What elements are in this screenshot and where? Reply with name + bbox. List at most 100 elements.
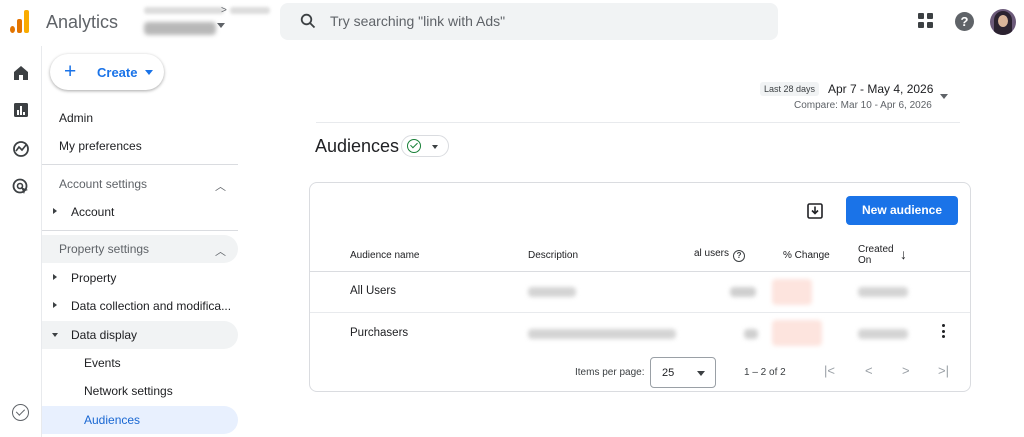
sidebar-item-label: Account [71,205,115,219]
sidebar-item-label: Audiences [84,413,141,427]
redacted-description [528,287,576,297]
column-header-change[interactable]: % Change [783,250,830,261]
column-header-created-on[interactable]: Created On [858,244,894,266]
redacted-created-on [858,287,908,297]
column-header-description[interactable]: Description [528,250,578,261]
check-circle-icon [407,139,421,153]
advertising-icon[interactable] [11,177,31,197]
redacted-created-on [858,329,908,339]
chevron-down-icon [145,70,153,75]
more-options-icon[interactable] [940,324,946,340]
sidebar-item-network-settings[interactable]: Network settings [42,377,238,405]
new-audience-button[interactable]: New audience [846,196,958,225]
sidebar-section-label: Account settings [59,177,148,191]
chevron-down-icon [432,145,438,149]
sidebar-item-label: Property [71,271,117,285]
column-header-users-label: al users [694,248,730,259]
sidebar-item-property[interactable]: Property [42,264,238,292]
account-name-redacted [144,7,224,14]
audience-name-cell[interactable]: All Users [350,285,396,297]
create-button-label: Create [97,65,138,80]
search-bar[interactable]: Try searching "link with Ads" [280,3,778,40]
sidebar-item-label: My preferences [59,139,142,153]
reports-icon[interactable] [11,100,31,120]
left-rail [0,46,42,437]
sidebar-section-property-settings[interactable]: Property settings ︿ [42,235,238,263]
items-per-page-value: 25 [662,367,675,379]
next-page-icon[interactable]: > [902,363,910,378]
breadcrumb-separator: > [221,5,227,16]
chevron-down-icon [697,371,705,376]
date-range-picker[interactable]: Last 28 days Apr 7 - May 4, 2026 Compare… [760,82,960,116]
redacted-change [772,279,812,305]
info-icon[interactable]: ? [733,250,746,262]
divider [310,271,970,272]
sidebar-item-label: Data display [71,328,138,342]
analytics-logo-icon[interactable] [10,9,32,33]
pagination-range: 1 – 2 of 2 [744,367,786,378]
redacted-users [744,329,758,339]
items-per-page-label: Items per page: [575,367,645,378]
sidebar-section-account-settings[interactable]: Account settings ︿ [42,170,238,198]
check-circle-icon[interactable] [12,404,29,421]
apps-grid-icon[interactable] [918,13,936,31]
expand-arrow-icon [53,208,57,214]
download-icon[interactable] [805,201,825,221]
column-header-created-line2: On [858,255,872,266]
chevron-up-icon: ︿ [215,246,226,258]
collapse-arrow-icon [52,333,58,337]
chevron-down-icon [940,94,948,99]
property-name-redacted [230,7,270,14]
sidebar-section-label: Property settings [59,242,150,256]
app-title: Analytics [46,12,119,32]
expand-arrow-icon [53,274,57,280]
chevron-down-icon [217,23,225,28]
audience-name-cell[interactable]: Purchasers [350,327,408,339]
audiences-table-card: New audience Audience name Description a… [309,182,971,392]
date-preset-badge: Last 28 days [760,82,820,96]
status-dropdown[interactable] [401,135,449,157]
sidebar-item-my-preferences[interactable]: My preferences [42,132,238,160]
column-header-users[interactable]: al users? [694,248,746,262]
sort-descending-icon[interactable]: ↓ [900,246,907,262]
create-button[interactable]: + Create [50,54,164,90]
property-title-redacted [144,22,216,35]
sidebar-item-audiences[interactable]: Audiences [42,406,238,434]
first-page-icon[interactable]: |< [824,363,835,378]
date-range-value: Apr 7 - May 4, 2026 [828,82,934,96]
chevron-up-icon: ︿ [215,181,226,193]
sidebar-item-label: Events [84,356,121,370]
previous-page-icon[interactable]: < [865,363,873,378]
sidebar-item-events[interactable]: Events [42,349,238,377]
plus-icon: + [64,60,77,83]
admin-side-nav: + Create Admin My preferences Account se… [42,46,242,437]
expand-arrow-icon [53,302,57,308]
divider [310,312,970,313]
divider [42,164,238,165]
sidebar-item-label: Network settings [84,384,173,398]
redacted-change [772,320,822,346]
divider [316,122,960,123]
avatar[interactable] [990,9,1016,35]
help-icon[interactable]: ? [955,12,974,31]
home-icon[interactable] [11,63,31,83]
sidebar-item-account[interactable]: Account [42,198,238,226]
redacted-description [528,329,676,339]
compare-range-value: Compare: Mar 10 - Apr 6, 2026 [794,100,932,111]
explore-icon[interactable] [11,139,31,159]
sidebar-item-data-collection[interactable]: Data collection and modifica... [42,292,238,320]
search-placeholder: Try searching "link with Ads" [330,13,506,29]
redacted-users [730,287,756,297]
sidebar-item-label: Admin [59,111,94,125]
sidebar-item-data-display[interactable]: Data display [42,321,238,349]
divider [42,230,238,231]
sidebar-item-admin[interactable]: Admin [42,104,238,132]
last-page-icon[interactable]: >| [938,363,949,378]
column-header-created-line1: Created [858,244,894,255]
account-property-switcher[interactable]: > [134,4,284,42]
search-icon [300,13,316,29]
column-header-audience-name[interactable]: Audience name [350,250,420,261]
items-per-page-select[interactable]: 25 [650,357,716,388]
top-bar: Analytics > Try searching "link with Ads… [0,0,1024,46]
sidebar-item-label: Data collection and modifica... [71,299,232,313]
